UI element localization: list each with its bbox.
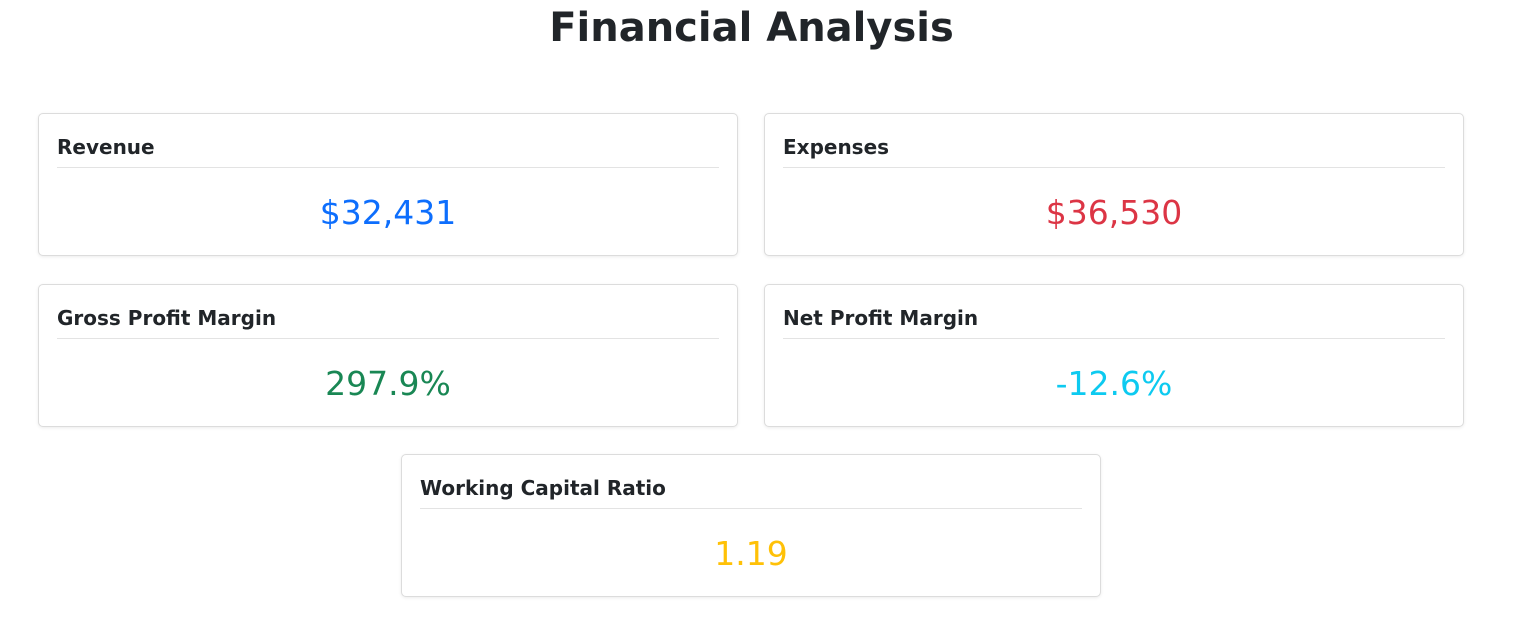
net-profit-margin-value: -12.6% [1055, 364, 1173, 403]
working-capital-ratio-card-title: Working Capital Ratio [420, 476, 666, 500]
revenue-value: $32,431 [319, 193, 457, 232]
working-capital-ratio-card: Working Capital Ratio 1.19 [401, 454, 1101, 597]
page-title: Financial Analysis [549, 5, 954, 51]
net-profit-margin-card: Net Profit Margin -12.6% [764, 284, 1464, 427]
card-divider [783, 338, 1445, 339]
revenue-card-title: Revenue [57, 135, 155, 159]
card-divider [57, 338, 719, 339]
expenses-card: Expenses $36,530 [764, 113, 1464, 256]
card-divider [783, 167, 1445, 168]
revenue-card: Revenue $32,431 [38, 113, 738, 256]
gross-profit-margin-value: 297.9% [325, 364, 451, 403]
expenses-value: $36,530 [1045, 193, 1183, 232]
gross-profit-margin-card-title: Gross Profit Margin [57, 306, 277, 330]
working-capital-ratio-value: 1.19 [714, 534, 788, 573]
card-divider [57, 167, 719, 168]
card-divider [420, 508, 1082, 509]
net-profit-margin-card-title: Net Profit Margin [783, 306, 979, 330]
expenses-card-title: Expenses [783, 135, 890, 159]
gross-profit-margin-card: Gross Profit Margin 297.9% [38, 284, 738, 427]
